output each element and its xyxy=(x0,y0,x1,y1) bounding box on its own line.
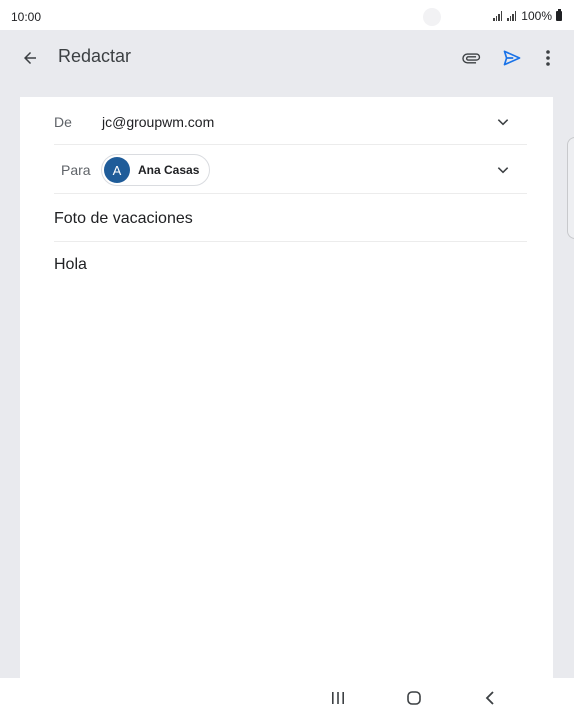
send-button[interactable] xyxy=(498,44,526,72)
chevron-down-icon xyxy=(497,167,509,174)
signal-icon xyxy=(507,11,517,21)
navigation-bar xyxy=(0,678,574,718)
avatar: A xyxy=(104,157,130,183)
arrow-back-icon xyxy=(24,52,36,64)
status-time: 10:00 xyxy=(11,10,42,24)
back-button[interactable] xyxy=(16,44,44,72)
edge-panel-handle[interactable] xyxy=(567,137,574,239)
body-field[interactable]: Hola xyxy=(54,256,87,274)
compose-form: De jc@groupwm.com Para A Ana Casas Foto … xyxy=(20,97,553,678)
recent-apps-icon xyxy=(332,692,344,704)
subject-field[interactable]: Foto de vacaciones xyxy=(54,210,193,228)
chevron-down-icon xyxy=(497,119,509,126)
divider xyxy=(54,144,527,145)
home-button[interactable] xyxy=(402,686,426,710)
status-indicators: 100% xyxy=(493,9,562,23)
from-field[interactable]: jc@groupwm.com xyxy=(102,114,214,130)
more-options-button[interactable] xyxy=(536,44,560,72)
app-bar: Redactar xyxy=(0,30,574,86)
divider xyxy=(54,193,527,194)
camera-cutout xyxy=(423,8,441,26)
from-dropdown-button[interactable] xyxy=(492,111,514,133)
more-vert-icon xyxy=(546,50,550,66)
to-label: Para xyxy=(61,162,91,178)
paperclip-icon xyxy=(462,53,481,64)
nav-back-button[interactable] xyxy=(478,686,502,710)
from-label: De xyxy=(54,114,72,130)
attach-button[interactable] xyxy=(457,44,485,72)
status-bar: 10:00 100% xyxy=(0,0,574,30)
divider xyxy=(54,241,527,242)
home-icon xyxy=(407,691,421,705)
send-icon xyxy=(503,50,521,66)
recipient-chip[interactable]: A Ana Casas xyxy=(101,154,211,186)
battery-icon xyxy=(556,9,562,21)
recent-apps-button[interactable] xyxy=(326,686,350,710)
page-title: Redactar xyxy=(58,46,132,66)
recipient-name: Ana Casas xyxy=(138,163,200,177)
signal-icon xyxy=(493,11,503,21)
to-dropdown-button[interactable] xyxy=(492,159,514,181)
back-icon xyxy=(485,691,494,705)
battery-percent: 100% xyxy=(521,9,552,23)
